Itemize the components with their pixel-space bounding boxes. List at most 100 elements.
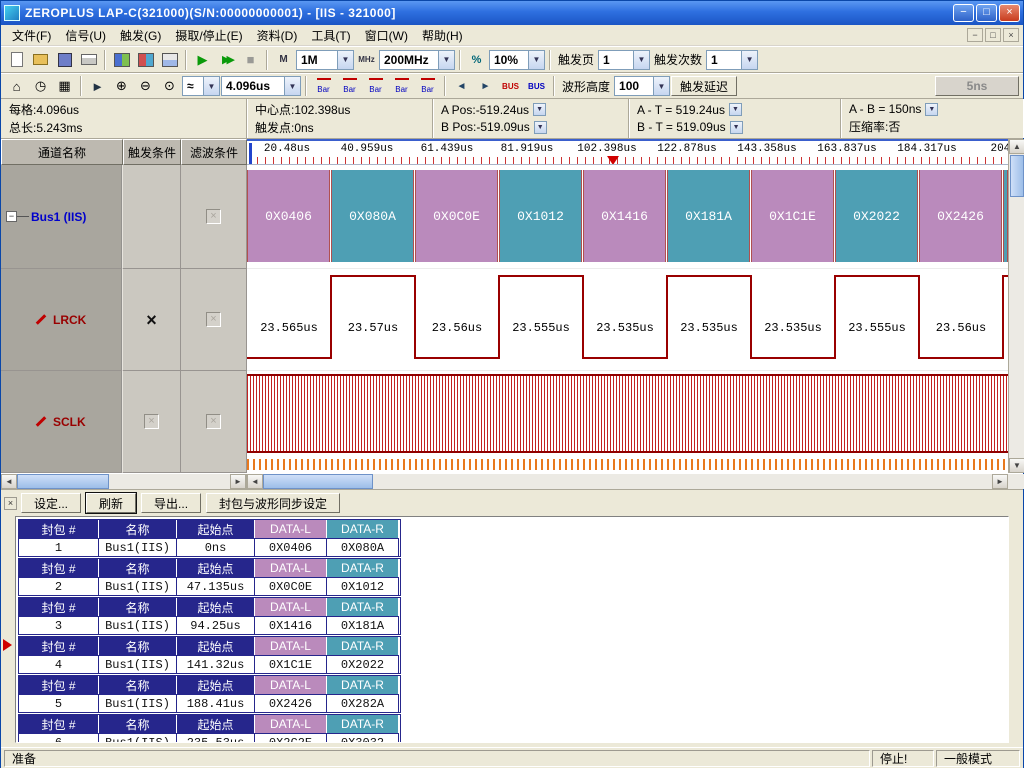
- packet-value-row[interactable]: 5Bus1(IIS)188.41us0X24260X282A: [19, 694, 400, 712]
- stop-button[interactable]: ■: [239, 49, 262, 71]
- prev-transition-icon[interactable]: ◄: [450, 75, 473, 97]
- vertical-scroll-thumb[interactable]: [1010, 155, 1024, 197]
- a-pos-dropdown[interactable]: ▼: [533, 103, 546, 116]
- packet-group[interactable]: 封包 #名称起始点DATA-LDATA-R6Bus1(IIS)235.53us0…: [18, 714, 401, 743]
- menu-item[interactable]: 信号(U): [58, 25, 113, 46]
- waveform-view-icon[interactable]: [134, 49, 157, 71]
- b-minus-t-dropdown[interactable]: ▼: [730, 121, 743, 134]
- packet-value-row[interactable]: 2Bus1(IIS)47.135us0X0C0E0X1012: [19, 577, 400, 595]
- dont-care-icon[interactable]: ×: [146, 312, 157, 328]
- packet-group[interactable]: 封包 #名称起始点DATA-LDATA-R2Bus1(IIS)47.135us0…: [18, 558, 401, 596]
- home-icon[interactable]: ⌂: [5, 75, 28, 97]
- trigger-checkbox-icon[interactable]: ×: [144, 414, 159, 429]
- scroll-track[interactable]: [109, 474, 230, 489]
- menu-item[interactable]: 窗口(W): [358, 25, 415, 46]
- sync-packet-wave-button[interactable]: 封包与波形同步设定: [206, 493, 340, 513]
- filter-checkbox-icon[interactable]: ×: [206, 414, 221, 429]
- bus1-name-cell[interactable]: − Bus1 (IIS): [1, 165, 123, 269]
- run-button[interactable]: ▶: [191, 49, 214, 71]
- scroll-track[interactable]: [373, 474, 992, 489]
- refresh-button[interactable]: 刷新: [86, 493, 136, 513]
- settings-button[interactable]: 设定...: [21, 493, 81, 513]
- bus1-filter-cell[interactable]: ×: [181, 165, 247, 269]
- mdi-restore-button[interactable]: □: [985, 28, 1001, 42]
- print-icon[interactable]: [77, 49, 100, 71]
- bus1-trigger-cell[interactable]: [123, 165, 181, 269]
- packet-value-row[interactable]: 3Bus1(IIS)94.25us0X14160X181A: [19, 616, 400, 634]
- wave-height-select[interactable]: 100 ▼: [614, 76, 670, 96]
- bus-waveform-row[interactable]: 0X04060X080A0X0C0E0X10120X14160X181A0X1C…: [247, 165, 1008, 269]
- close-button[interactable]: ×: [999, 4, 1020, 22]
- channel-panel-scrollbar[interactable]: ◄ ►: [1, 474, 247, 489]
- lrck-name-cell[interactable]: LRCK: [1, 269, 123, 371]
- pointer-tool-icon[interactable]: ►: [86, 75, 109, 97]
- sample-rate-select[interactable]: 200MHz ▼: [379, 50, 455, 70]
- mdi-minimize-button[interactable]: −: [967, 28, 983, 42]
- chevron-down-icon[interactable]: ▼: [633, 51, 649, 69]
- trigger-delay-button[interactable]: 触发延迟: [671, 76, 737, 96]
- display-mode-select[interactable]: ≈ ▼: [182, 76, 220, 96]
- menu-item[interactable]: 触发(G): [113, 25, 168, 46]
- grid-view-icon[interactable]: ▦: [53, 75, 76, 97]
- delete-bar-icon[interactable]: Bar: [389, 76, 414, 96]
- packet-group[interactable]: 封包 #名称起始点DATA-LDATA-R1Bus1(IIS)0ns0X0406…: [18, 519, 401, 557]
- sclk-trigger-cell[interactable]: ×: [123, 371, 181, 473]
- restore-button[interactable]: □: [976, 4, 997, 22]
- lrck-waveform-row[interactable]: 23.565us23.57us23.56us23.555us23.535us23…: [247, 269, 1008, 371]
- bus-analysis-icon[interactable]: [110, 49, 133, 71]
- export-button[interactable]: 导出...: [141, 493, 201, 513]
- packet-group[interactable]: 封包 #名称起始点DATA-LDATA-R3Bus1(IIS)94.25us0X…: [18, 597, 401, 635]
- memory-depth-select[interactable]: 1M ▼: [296, 50, 354, 70]
- sclk-name-cell[interactable]: SCLK: [1, 371, 123, 473]
- trigger-count-select[interactable]: 1 ▼: [706, 50, 758, 70]
- chevron-down-icon[interactable]: ▼: [203, 77, 219, 95]
- filter-condition-header[interactable]: 滤波条件: [181, 139, 247, 165]
- add-bar-icon[interactable]: Bar: [363, 76, 388, 96]
- zoom-fit-icon[interactable]: ⊙: [158, 75, 181, 97]
- filter-checkbox-icon[interactable]: ×: [206, 209, 221, 224]
- lrck-filter-cell[interactable]: ×: [181, 269, 247, 371]
- bus-packet-icon[interactable]: BUS: [498, 76, 523, 96]
- open-file-icon[interactable]: [29, 49, 52, 71]
- menu-item[interactable]: 摄取/停止(E): [168, 25, 249, 46]
- save-icon[interactable]: [53, 49, 76, 71]
- packet-group[interactable]: 封包 #名称起始点DATA-LDATA-R4Bus1(IIS)141.32us0…: [18, 636, 401, 674]
- vertical-scrollbar[interactable]: ▲ ▼: [1008, 139, 1024, 473]
- mdi-close-button[interactable]: ×: [1003, 28, 1019, 42]
- trigger-condition-header[interactable]: 触发条件: [123, 139, 181, 165]
- packet-group[interactable]: 封包 #名称起始点DATA-LDATA-R5Bus1(IIS)188.41us0…: [18, 675, 401, 713]
- chevron-down-icon[interactable]: ▼: [284, 77, 300, 95]
- trigger-position-icon[interactable]: %: [465, 49, 488, 71]
- packet-value-row[interactable]: 6Bus1(IIS)235.53us0X2C2E0X3032: [19, 733, 400, 743]
- chevron-down-icon[interactable]: ▼: [438, 51, 454, 69]
- trigger-position-select[interactable]: 10% ▼: [489, 50, 545, 70]
- sample-rate-icon[interactable]: MHz: [355, 49, 378, 71]
- listing-view-icon[interactable]: [158, 49, 181, 71]
- chevron-down-icon[interactable]: ▼: [337, 51, 353, 69]
- zoom-out-icon[interactable]: ⊖: [134, 75, 157, 97]
- filter-checkbox-icon[interactable]: ×: [206, 312, 221, 327]
- trigger-page-select[interactable]: 1 ▼: [598, 50, 650, 70]
- chevron-down-icon[interactable]: ▼: [528, 51, 544, 69]
- chevron-down-icon[interactable]: ▼: [653, 77, 669, 95]
- time-ruler[interactable]: 20.48us40.959us61.439us81.919us102.398us…: [247, 139, 1008, 165]
- channel-row-bus1[interactable]: − Bus1 (IIS) ×: [1, 165, 247, 269]
- next-transition-icon[interactable]: ►: [474, 75, 497, 97]
- channel-row-lrck[interactable]: LRCK × ×: [1, 269, 247, 371]
- lrck-trigger-cell[interactable]: ×: [123, 269, 181, 371]
- waveform-scrollbar[interactable]: ◄ ►: [247, 474, 1008, 489]
- scroll-left-icon[interactable]: ◄: [247, 474, 263, 489]
- panel-close-icon[interactable]: ×: [4, 497, 17, 510]
- chevron-down-icon[interactable]: ▼: [741, 51, 757, 69]
- b-pos-dropdown[interactable]: ▼: [534, 121, 547, 134]
- menu-item[interactable]: 资料(D): [250, 25, 305, 46]
- clock-icon[interactable]: ◷: [29, 75, 52, 97]
- scroll-up-icon[interactable]: ▲: [1009, 139, 1024, 154]
- waveform-area[interactable]: 20.48us40.959us61.439us81.919us102.398us…: [247, 139, 1008, 473]
- b-bar-icon[interactable]: Bar: [337, 76, 362, 96]
- channel-row-sclk[interactable]: SCLK × ×: [1, 371, 247, 473]
- memory-depth-icon[interactable]: M: [272, 49, 295, 71]
- menu-item[interactable]: 文件(F): [5, 25, 58, 46]
- scroll-down-icon[interactable]: ▼: [1009, 458, 1024, 473]
- a-minus-b-dropdown[interactable]: ▼: [925, 103, 938, 116]
